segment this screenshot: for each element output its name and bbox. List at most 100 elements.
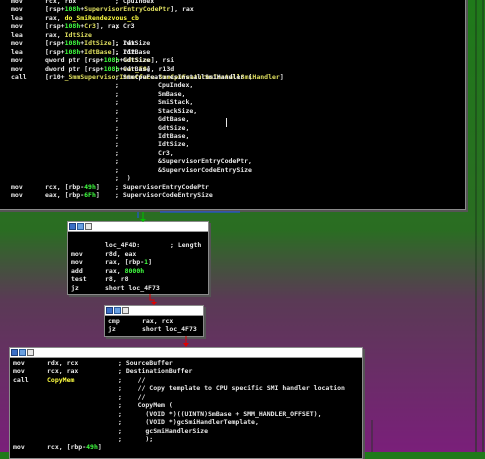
block-titlebar[interactable] xyxy=(105,306,203,316)
comment: ; IdtSize, xyxy=(115,140,190,149)
symbol-name[interactable]: SupervisorEntryCodePtr xyxy=(84,5,170,13)
code-line[interactable]: add rax, 8000h xyxy=(71,267,205,275)
block-titlebar[interactable] xyxy=(68,222,208,232)
code-line[interactable]: lea rax, IdtSize xyxy=(11,31,465,39)
code-line[interactable]: mov rcx, rbx ; CpuIndex xyxy=(11,0,465,5)
text-view-icon[interactable] xyxy=(27,349,34,356)
comment: ; IdtBase, xyxy=(115,132,190,140)
code-line[interactable]: mov rcx, [rbp-49h] xyxy=(13,443,359,451)
color-icon[interactable] xyxy=(69,223,76,230)
comment: ; // xyxy=(118,375,146,384)
code-line[interactable]: mov [rsp+108h+Cr3], rax; Cr3 xyxy=(11,22,465,30)
comment: ; IdtBase xyxy=(115,47,151,56)
code-line[interactable]: ; // Copy template to CPU specific SMI h… xyxy=(13,384,359,392)
code-line[interactable]: mov dword ptr [rsp+108h+var_E8], r13d; Gd… xyxy=(11,65,465,73)
symbol-name[interactable]: IdtBase xyxy=(84,48,111,56)
comment: ; ) xyxy=(115,174,131,183)
code-line[interactable]: ; CopyMem ( xyxy=(13,401,359,409)
code-line[interactable]: mov eax, [rbp-6Fh] ; SupervisorCodeEntrySi… xyxy=(11,191,465,199)
function-name[interactable]: do_SmiRendezvous_cb xyxy=(65,14,139,22)
top-code-block[interactable]: mov rcx, rbx ; CpuIndex mov [rsp+108h+Superv… xyxy=(0,0,466,210)
code-line[interactable]: ; Cr3, xyxy=(11,149,465,157)
comment: ; Cr3, xyxy=(115,148,174,157)
comment: ; IdtSize xyxy=(115,39,151,48)
number-operand: 108h xyxy=(64,5,81,14)
block-titlebar[interactable] xyxy=(10,348,362,358)
code-line[interactable]: ; GdtBase, xyxy=(11,115,465,123)
code-line[interactable]: ; gcSmiHandlerSize xyxy=(13,427,359,435)
code-line[interactable]: ; // xyxy=(13,393,359,401)
code-line[interactable]: jz short loc_4F73 xyxy=(108,325,200,333)
text-cursor xyxy=(226,118,227,127)
block-cmp[interactable]: cmp rax, rcx jz short loc_4F73 xyxy=(104,305,204,337)
mnemonic: mov xyxy=(11,191,23,200)
graph-icon[interactable] xyxy=(19,349,26,356)
operand-text: short loc_4F73 xyxy=(105,283,160,292)
text-view-icon[interactable] xyxy=(85,223,92,230)
code-line[interactable] xyxy=(71,233,205,241)
operand-text: [rsp+ xyxy=(45,39,65,48)
code-line[interactable]: ; &SupervisorEntryCodePtr, xyxy=(11,157,465,165)
code-line[interactable]: mov rax, [rbp-1] xyxy=(71,258,205,266)
code-line[interactable]: ; IdtSize, xyxy=(11,140,465,148)
operand-text: rax, xyxy=(45,30,65,39)
code-line[interactable]: mov r8d, eax xyxy=(71,250,205,258)
code-line[interactable]: ; CpuIndex, xyxy=(11,81,465,89)
symbol-name[interactable]: Cr3 xyxy=(84,22,96,30)
code-line[interactable]: cmp rax, rcx xyxy=(108,317,200,325)
comment: ; Cr3 xyxy=(115,22,135,31)
code-line[interactable]: ; &SupervisorCodeEntrySize xyxy=(11,166,465,174)
code-line[interactable]: mov rcx, [rbp-49h] ; SupervisorEntryCodePt… xyxy=(11,183,465,191)
code-line[interactable]: ; (VOID *)gcSmiHandlerTemplate, xyxy=(13,418,359,426)
code-line[interactable]: loc_4F4D: ; Length xyxy=(71,241,205,249)
graph-icon[interactable] xyxy=(77,223,84,230)
code-line[interactable]: call CopyMem ; // xyxy=(13,376,359,384)
operands: [rsp+108h+SupervisorEntryCodePtr], rax xyxy=(45,5,194,13)
mnemonic: cmp xyxy=(108,317,120,325)
code-line[interactable]: call [r10+_SmmSupervisorInterface.SmmCpuF… xyxy=(11,73,465,81)
operand-text: rcx, [rbp- xyxy=(47,443,87,452)
comment: ; SupervisorCodeEntrySize xyxy=(115,191,213,200)
code-line[interactable]: ; ); xyxy=(13,435,359,443)
block-loc-4f4d[interactable]: loc_4F4D: ; Length mov r8d, eax mov rax, [rbp… xyxy=(67,221,209,295)
code-line[interactable]: mov rcx, rax ; DestinationBuffer xyxy=(13,367,359,375)
graph-icon[interactable] xyxy=(114,307,121,314)
code-line[interactable]: ; SmiStack, xyxy=(11,98,465,106)
code-line[interactable]: mov qword ptr [rsp+108h+GdtSize], rsi; Gd… xyxy=(11,56,465,64)
mnemonic: mov xyxy=(13,367,25,376)
code-line[interactable]: ; SmBase, xyxy=(11,90,465,98)
color-icon[interactable] xyxy=(11,349,18,356)
text-view-icon[interactable] xyxy=(122,307,129,314)
edge-block2-to-block3 xyxy=(149,294,155,304)
top-block-listing: mov rcx, rbx ; CpuIndex mov [rsp+108h+Superv… xyxy=(0,0,465,200)
operands: rcx, [rbp-49h] xyxy=(45,183,105,191)
symbol-name[interactable]: IdtSize xyxy=(84,39,111,47)
code-line[interactable]: test r8, r8 xyxy=(71,275,205,283)
operands: rax, 8000h xyxy=(105,267,165,275)
operands: rcx, rbx xyxy=(45,0,105,5)
code-line[interactable]: lea rax, do_SmiRendezvous_cb xyxy=(11,14,465,22)
color-icon[interactable] xyxy=(106,307,113,314)
code-line[interactable]: mov [rsp+108h+IdtSize], rax; IdtSize xyxy=(11,39,465,47)
block-copymem[interactable]: mov rdx, rcx ; SourceBuffer mov rcx, rax ; De… xyxy=(9,347,363,459)
operand-text: [r10+ xyxy=(45,72,65,81)
mnemonic: lea xyxy=(11,30,23,39)
number-operand: 108h xyxy=(64,22,81,31)
code-line[interactable]: lea [rsp+108h+IdtBase], r12; IdtBase xyxy=(11,48,465,56)
comment: ; &SupervisorCodeEntrySize xyxy=(115,165,252,174)
code-line[interactable]: ; IdtBase, xyxy=(11,132,465,140)
code-line[interactable]: ; StackSize, xyxy=(11,107,465,115)
code-line[interactable]: ; (VOID *)((UINTN)SmBase + SMM_HANDLER_O… xyxy=(13,410,359,418)
operands: loc_4F4D: xyxy=(105,241,165,249)
operand-text: loc_4F4D: xyxy=(105,241,141,250)
code-line[interactable]: mov [rsp+108h+SupervisorEntryCodePtr], ra… xyxy=(11,5,465,13)
code-line[interactable]: mov rdx, rcx ; SourceBuffer xyxy=(13,359,359,367)
code-line[interactable]: jz short loc_4F73 xyxy=(71,284,205,292)
operand-text: qword ptr [rsp+ xyxy=(45,56,104,65)
code-line[interactable]: ; ) xyxy=(11,174,465,182)
function-name[interactable]: CopyMem xyxy=(47,376,74,384)
mnemonic: lea xyxy=(11,13,23,22)
symbol-name[interactable]: IdtSize xyxy=(65,31,92,39)
number-operand: 6Fh xyxy=(84,191,96,200)
code-line[interactable]: ; GdtSize, xyxy=(11,124,465,132)
